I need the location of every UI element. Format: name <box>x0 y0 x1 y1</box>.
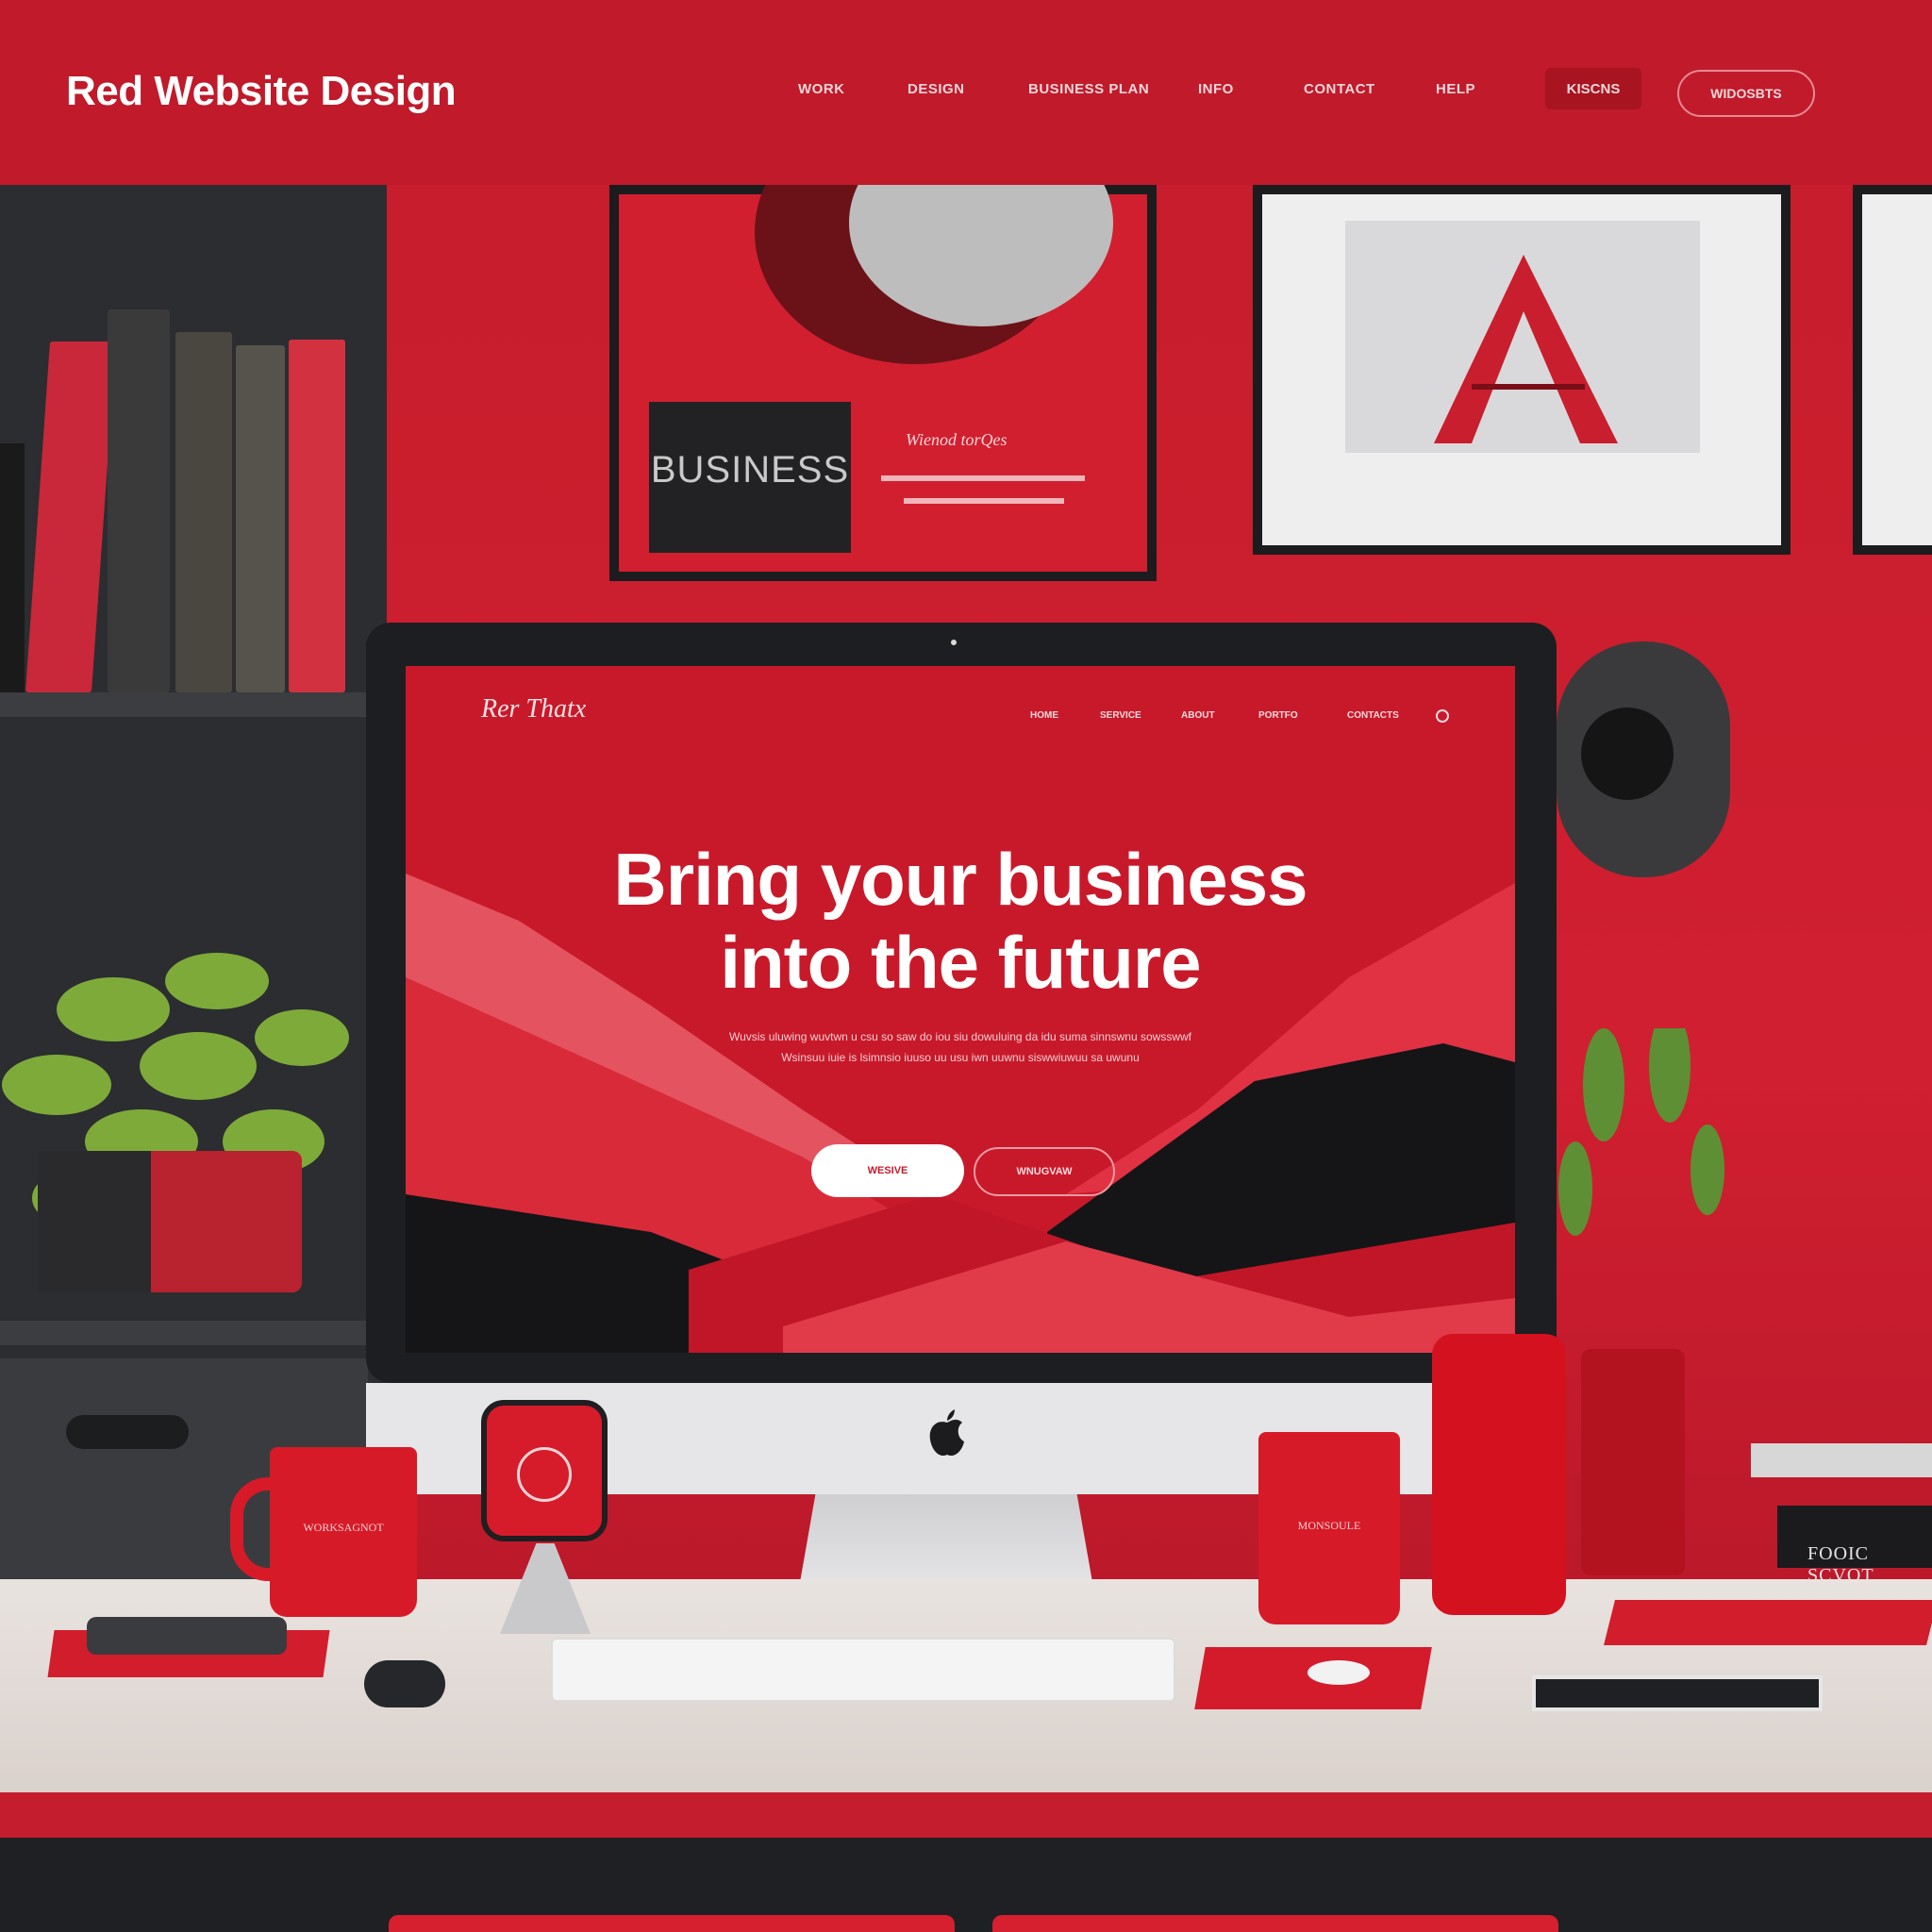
chair-back <box>389 1915 955 1932</box>
framed-poster-partial <box>1853 185 1932 555</box>
hero-headline: Bring your business into the future <box>406 838 1515 1004</box>
poster-note: Wienod torQes <box>906 430 1008 449</box>
book <box>289 340 345 692</box>
hero-mountain-illustration <box>406 874 1515 1353</box>
potted-plant-right <box>1558 1028 1724 1575</box>
nav-link-help[interactable]: HELP <box>1436 81 1475 97</box>
keyboard <box>551 1638 1175 1702</box>
nav-link-work[interactable]: WORK <box>798 81 845 97</box>
shelf-board <box>0 692 387 717</box>
chair-back <box>992 1915 1558 1932</box>
nav-link-contact[interactable]: CONTACT <box>1304 81 1375 97</box>
screen-nav-home[interactable]: HOME <box>1030 710 1058 721</box>
book <box>175 332 232 692</box>
screen-nav-contacts[interactable]: CONTACTS <box>1347 710 1399 721</box>
clock-emblem-icon <box>517 1447 572 1502</box>
hero-primary-button[interactable]: WESIVE <box>811 1144 964 1197</box>
nav-link-business-plan[interactable]: BUSINESS PLAN <box>1028 81 1149 97</box>
mug-right-text: MONSOULE <box>1297 1519 1361 1532</box>
hero-subtext-line2: Wsinsuu iuie is lsimnsio iuuso uu usu iw… <box>781 1051 1140 1064</box>
desk-tray-right <box>1604 1600 1932 1645</box>
book <box>236 345 285 692</box>
poster-text-line <box>881 475 1085 481</box>
drawer-handle <box>66 1415 189 1449</box>
desk-edge <box>0 1792 1932 1838</box>
mouse <box>364 1660 445 1707</box>
site-brand-title[interactable]: Red Website Design <box>66 68 457 115</box>
mouse-white <box>1307 1660 1370 1685</box>
mug-left-text: WORKSAGNOT <box>303 1521 384 1534</box>
tablet <box>1532 1675 1823 1711</box>
screen-site-logo[interactable]: Rer Thatx <box>481 694 586 724</box>
nav-link-design[interactable]: DESIGN <box>908 81 965 97</box>
letter-a-art <box>1434 255 1618 443</box>
speaker-cone <box>1581 708 1674 800</box>
book <box>108 309 170 692</box>
poster-title: BUSINESS <box>650 449 850 491</box>
header-filled-button[interactable]: KISCNS <box>1545 68 1641 109</box>
floor-area <box>0 1838 1932 1932</box>
red-canister <box>1432 1334 1566 1615</box>
bookend <box>0 443 25 692</box>
potted-plant-left <box>2 953 349 1292</box>
webcam-dot <box>951 640 957 645</box>
shelf-board <box>0 1321 387 1345</box>
apple-logo-icon <box>929 1409 964 1457</box>
hero-headline-line1: Bring your business <box>613 838 1307 921</box>
hero-subtext-line1: Wuvsis uluwing wuvtwn u csu so saw do io… <box>728 1030 1191 1043</box>
hero-headline-line2: into the future <box>720 921 1201 1004</box>
screen-nav-about[interactable]: ABOUT <box>1181 710 1215 721</box>
monitor-screen <box>406 666 1515 1353</box>
screen-search-icon[interactable] <box>1436 709 1449 723</box>
nav-link-info[interactable]: INFO <box>1198 81 1234 97</box>
phone-on-tray <box>87 1617 287 1655</box>
screen-nav-portfolio[interactable]: PORTFO <box>1258 710 1298 721</box>
header-outline-button[interactable]: WIDOSBTS <box>1677 70 1815 117</box>
poster-graphic <box>755 185 1113 364</box>
poster-text-line <box>904 498 1064 504</box>
book-stack <box>1751 1443 1932 1477</box>
hero-secondary-button[interactable]: WNUGVAW <box>974 1147 1115 1196</box>
screen-nav-service[interactable]: SERVICE <box>1100 710 1141 721</box>
